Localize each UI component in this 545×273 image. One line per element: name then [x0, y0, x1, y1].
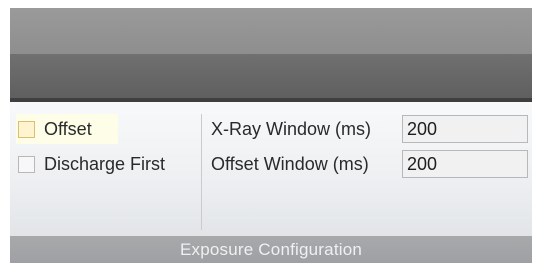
ribbon-top-band: [10, 8, 532, 54]
ribbon-tab-band: [10, 54, 532, 98]
discharge-first-checkbox-label: Discharge First: [44, 153, 166, 174]
offset-window-label: Offset Window (ms): [211, 154, 369, 174]
xray-window-label: X-Ray Window (ms): [211, 119, 372, 139]
offset-window-input[interactable]: [402, 150, 528, 178]
group-divider: [201, 114, 202, 230]
discharge-first-checkbox[interactable]: Discharge First: [16, 149, 196, 179]
ribbon-frame: Offset Discharge First X-Ray Window (ms)…: [10, 8, 532, 263]
group-caption: Exposure Configuration: [10, 236, 532, 263]
discharge-first-checkbox-box[interactable]: [18, 155, 35, 173]
xray-window-input[interactable]: [402, 115, 528, 143]
exposure-configuration-group: Offset Discharge First X-Ray Window (ms)…: [10, 102, 532, 237]
offset-checkbox[interactable]: Offset: [16, 114, 118, 144]
offset-checkbox-label: Offset: [44, 118, 92, 139]
offset-checkbox-box[interactable]: [18, 120, 35, 138]
